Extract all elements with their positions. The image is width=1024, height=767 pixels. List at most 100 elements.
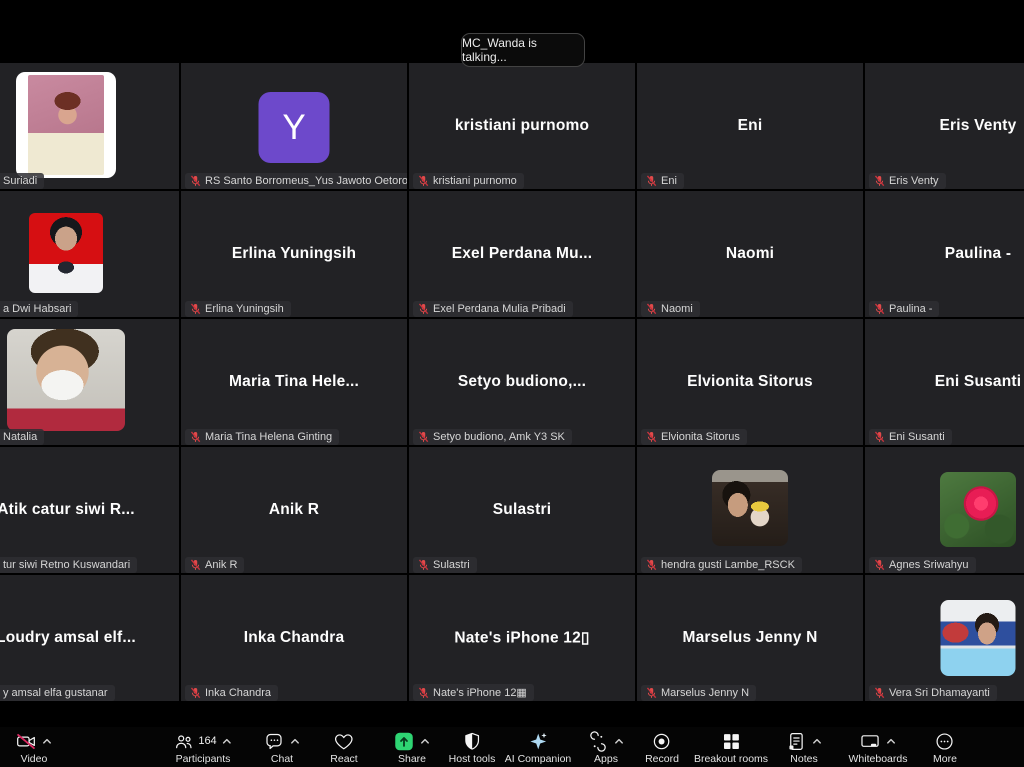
participant-tile[interactable]: Suriadi	[0, 63, 179, 189]
chevron-up-icon[interactable]	[614, 736, 625, 747]
name-label: Vera Sri Dhamayanti	[869, 685, 997, 701]
participant-tile[interactable]: Eris Venty Eris Venty	[865, 63, 1024, 189]
toolbar-item-label: Video	[21, 753, 48, 765]
avatar-initial: Y	[259, 92, 330, 163]
participant-tile[interactable]: Setyo budiono,...Setyo budiono, Amk Y3 S…	[409, 319, 635, 445]
muted-mic-icon	[190, 431, 201, 443]
share-screen-icon	[394, 731, 415, 752]
name-label: y amsal elfa gustanar	[0, 685, 115, 701]
chat-icon	[264, 731, 285, 752]
muted-mic-icon	[874, 303, 885, 315]
apps-icon	[588, 731, 609, 752]
muted-mic-icon	[874, 559, 885, 571]
chevron-up-icon[interactable]	[290, 736, 301, 747]
participant-name: Loudry amsal elf...	[0, 629, 179, 647]
participant-tile[interactable]: Inka Chandra Inka Chandra	[181, 575, 407, 701]
video-off-icon	[16, 731, 37, 752]
participant-tile[interactable]: kristiani purnomokristiani purnomo	[409, 63, 635, 189]
breakout-grid-icon	[721, 731, 742, 752]
participant-tile[interactable]: Atik catur siwi R...tur siwi Retno Kuswa…	[0, 447, 179, 573]
name-label-text: RS Santo Borromeus_Yus Jawoto Oetoro	[205, 175, 407, 187]
record-button[interactable]: Record	[645, 730, 679, 765]
participant-name: Paulina -	[865, 245, 1024, 263]
participant-tile[interactable]: SulastriSulastri	[409, 447, 635, 573]
apps-button[interactable]: Apps	[588, 730, 625, 765]
name-label: Inka Chandra	[185, 685, 278, 701]
share-button[interactable]: Share	[394, 730, 431, 765]
name-label: RS Santo Borromeus_Yus Jawoto Oetoro	[185, 173, 407, 189]
participant-tile[interactable]: Nate's iPhone 12▯Nate's iPhone 12▦	[409, 575, 635, 701]
participant-tile[interactable]: Vera Sri Dhamayanti	[865, 575, 1024, 701]
chevron-up-icon[interactable]	[42, 736, 53, 747]
name-label: Marselus Jenny N	[641, 685, 756, 701]
meeting-toolbar: Video 164Participants Chat React Share Host t…	[0, 727, 1024, 767]
name-label: Erlina Yuningsih	[185, 301, 291, 317]
participant-tile[interactable]: EniEni	[637, 63, 863, 189]
name-label: tur siwi Retno Kuswandari	[0, 557, 137, 573]
participant-name: Sulastri	[409, 501, 635, 519]
participant-tile[interactable]: Agnes Sriwahyu	[865, 447, 1024, 573]
toolbar-item-label: Chat	[271, 753, 293, 765]
participant-tile[interactable]: Anik RAnik R	[181, 447, 407, 573]
name-label-text: Setyo budiono, Amk Y3 SK	[433, 431, 565, 443]
chat-button[interactable]: Chat	[264, 730, 301, 765]
participant-tile[interactable]: Maria Tina Hele...Maria Tina Helena Gint…	[181, 319, 407, 445]
muted-mic-icon	[874, 687, 885, 699]
participant-tile[interactable]: NaomiNaomi	[637, 191, 863, 317]
participant-name: Eris Venty	[865, 117, 1024, 135]
chevron-up-icon[interactable]	[812, 736, 823, 747]
participant-name: Inka Chandra	[181, 629, 407, 647]
participant-tile[interactable]: Elvionita SitorusElvionita Sitorus	[637, 319, 863, 445]
name-label-text: Exel Perdana Mulia Pribadi	[433, 303, 566, 315]
participant-name: Eni	[637, 117, 863, 135]
record-icon	[651, 731, 672, 752]
video-button[interactable]: Video	[16, 730, 53, 765]
muted-mic-icon	[418, 431, 429, 443]
participant-tile[interactable]: hendra gusti Lambe_RSCK	[637, 447, 863, 573]
participant-name: Exel Perdana Mu...	[409, 245, 635, 263]
toolbar-item-label: Whiteboards	[849, 753, 908, 765]
whiteboards-button[interactable]: Whiteboards	[849, 730, 908, 765]
name-label-text: Elvionita Sitorus	[661, 431, 740, 443]
participants-icon	[173, 731, 194, 752]
avatar-photo	[29, 213, 103, 293]
name-label-text: Erlina Yuningsih	[205, 303, 284, 315]
breakout-rooms-button[interactable]: Breakout rooms	[694, 730, 768, 765]
participants-count: 164	[198, 735, 216, 747]
name-label-text: Eni Susanti	[889, 431, 945, 443]
participant-tile[interactable]: Paulina -Paulina -	[865, 191, 1024, 317]
name-label-text: Natalia	[3, 431, 37, 443]
ai-companion-button[interactable]: AI Companion	[505, 730, 572, 765]
name-label: Elvionita Sitorus	[641, 429, 747, 445]
notes-button[interactable]: Notes	[786, 730, 823, 765]
muted-mic-icon	[646, 687, 657, 699]
more-button[interactable]: More	[933, 730, 957, 765]
muted-mic-icon	[190, 559, 201, 571]
participant-name: Eni Susanti	[865, 373, 1024, 391]
name-label-text: Maria Tina Helena Ginting	[205, 431, 332, 443]
participant-name: Marselus Jenny N	[637, 629, 863, 647]
name-label-text: Naomi	[661, 303, 693, 315]
chevron-up-icon[interactable]	[222, 736, 233, 747]
chevron-up-icon[interactable]	[885, 736, 896, 747]
notes-icon	[786, 731, 807, 752]
toolbar-item-label: Notes	[790, 753, 817, 765]
participant-tile[interactable]: Natalia	[0, 319, 179, 445]
participant-tile[interactable]: a Dwi Habsari	[0, 191, 179, 317]
react-button[interactable]: React	[330, 730, 357, 765]
host-tools-button[interactable]: Host tools	[449, 730, 496, 765]
muted-mic-icon	[646, 431, 657, 443]
name-label: Nate's iPhone 12▦	[413, 684, 534, 701]
participant-tile[interactable]: Erlina YuningsihErlina Yuningsih	[181, 191, 407, 317]
muted-mic-icon	[646, 559, 657, 571]
participants-button[interactable]: 164Participants	[173, 730, 232, 765]
participant-tile[interactable]: Marselus Jenny N Marselus Jenny N	[637, 575, 863, 701]
chevron-up-icon[interactable]	[420, 736, 431, 747]
participant-tile[interactable]: Eni Susanti Eni Susanti	[865, 319, 1024, 445]
name-label: Eni Susanti	[869, 429, 952, 445]
participant-tile[interactable]: Y RS Santo Borromeus_Yus Jawoto Oetoro	[181, 63, 407, 189]
name-label-text: Agnes Sriwahyu	[889, 559, 969, 571]
name-label-text: Eris Venty	[889, 175, 939, 187]
participant-tile[interactable]: Loudry amsal elf... y amsal elfa gustanar	[0, 575, 179, 701]
participant-tile[interactable]: Exel Perdana Mu... Exel Perdana Mulia Pri…	[409, 191, 635, 317]
